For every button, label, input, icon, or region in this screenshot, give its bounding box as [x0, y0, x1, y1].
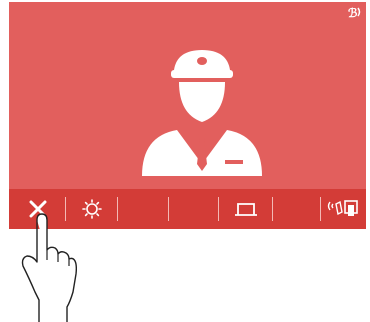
- blank-button-3[interactable]: [273, 189, 321, 229]
- brightness-icon: [82, 199, 102, 219]
- door-release-icon: [235, 203, 257, 216]
- transfer-call-icon: [327, 200, 358, 216]
- intercom-screen: ℬ: [9, 2, 366, 229]
- tapping-hand-icon: [21, 213, 77, 322]
- visitor-avatar-icon: [142, 50, 262, 176]
- door-release-button[interactable]: [219, 189, 273, 229]
- transfer-call-button[interactable]: [321, 189, 366, 229]
- speaker-volume-icon[interactable]: ℬ: [347, 4, 363, 20]
- svg-text:ℬ: ℬ: [348, 6, 358, 20]
- blank-button-2[interactable]: [169, 189, 219, 229]
- blank-button-1[interactable]: [118, 189, 169, 229]
